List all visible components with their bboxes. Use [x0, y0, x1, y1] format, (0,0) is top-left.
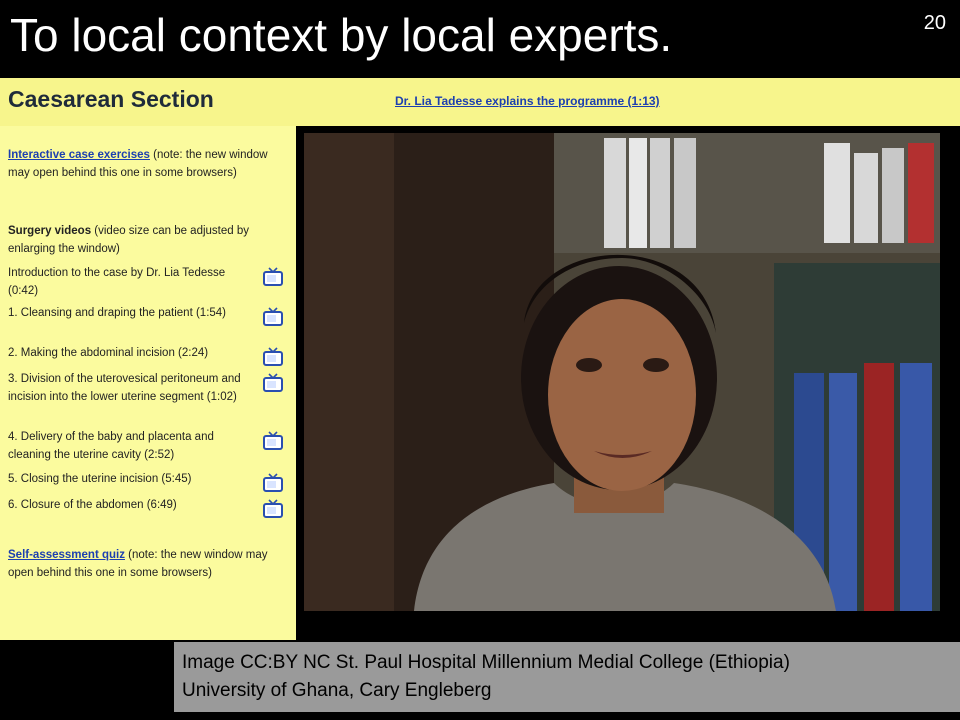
tv-icon[interactable] — [262, 306, 284, 328]
slide-number: 20 — [923, 12, 946, 34]
tv-icon[interactable] — [262, 372, 284, 394]
tv-icon[interactable] — [262, 498, 284, 520]
case-exercises-link[interactable]: Interactive case exercises — [8, 149, 150, 161]
self-assessment-quiz-link[interactable]: Self-assessment quiz — [8, 549, 125, 561]
video-label: 5. Closing the uterine incision (5:45) — [8, 473, 192, 485]
course-header: Caesarean Section Dr. Lia Tadesse explai… — [0, 78, 960, 126]
image-credit-caption: Image CC:BY NC St. Paul Hospital Millenn… — [174, 642, 960, 712]
video-label: Introduction to the case by Dr. Lia Tede… — [8, 267, 226, 297]
tv-icon[interactable] — [262, 346, 284, 368]
video-item-4[interactable]: 4. Delivery of the baby and placenta and… — [8, 428, 290, 464]
video-item-5[interactable]: 5. Closing the uterine incision (5:45) — [8, 470, 290, 492]
course-page-screenshot: Caesarean Section Dr. Lia Tadesse explai… — [0, 78, 960, 640]
self-assessment-section: Self-assessment quiz (note: the new wind… — [8, 546, 290, 582]
video-item-2[interactable]: 2. Making the abdominal incision (2:24) — [8, 344, 290, 366]
video-label: 6. Closure of the abdomen (6:49) — [8, 499, 177, 511]
caption-line-1: Image CC:BY NC St. Paul Hospital Millenn… — [182, 652, 790, 673]
video-label: 2. Making the abdominal incision (2:24) — [8, 347, 209, 359]
video-label: 1. Cleansing and draping the patient (1:… — [8, 307, 227, 319]
video-label: 4. Delivery of the baby and placenta and… — [8, 431, 214, 461]
tv-icon[interactable] — [262, 472, 284, 494]
video-frame-image — [304, 133, 940, 611]
caption-line-2: University of Ghana, Cary Engleberg — [182, 680, 492, 701]
surgery-videos-heading: Surgery videos (video size can be adjust… — [8, 222, 290, 258]
programme-intro-video-link[interactable]: Dr. Lia Tadesse explains the programme (… — [395, 94, 660, 108]
course-sidebar: Interactive case exercises (note: the ne… — [0, 126, 296, 640]
video-item-1[interactable]: 1. Cleansing and draping the patient (1:… — [8, 304, 290, 326]
surgery-videos-title: Surgery videos — [8, 225, 92, 237]
video-item-6[interactable]: 6. Closure of the abdomen (6:49) — [8, 496, 290, 518]
case-exercises-section: Interactive case exercises (note: the ne… — [8, 146, 290, 182]
tv-icon[interactable] — [262, 266, 284, 288]
video-item-3[interactable]: 3. Division of the uterovesical peritone… — [8, 370, 290, 406]
slide-title: To local context by local experts. — [10, 9, 673, 61]
video-player[interactable] — [304, 133, 940, 611]
tv-icon[interactable] — [262, 430, 284, 452]
course-title: Caesarean Section — [8, 86, 214, 112]
video-item-intro[interactable]: Introduction to the case by Dr. Lia Tede… — [8, 264, 290, 300]
video-label: 3. Division of the uterovesical peritone… — [8, 373, 241, 403]
